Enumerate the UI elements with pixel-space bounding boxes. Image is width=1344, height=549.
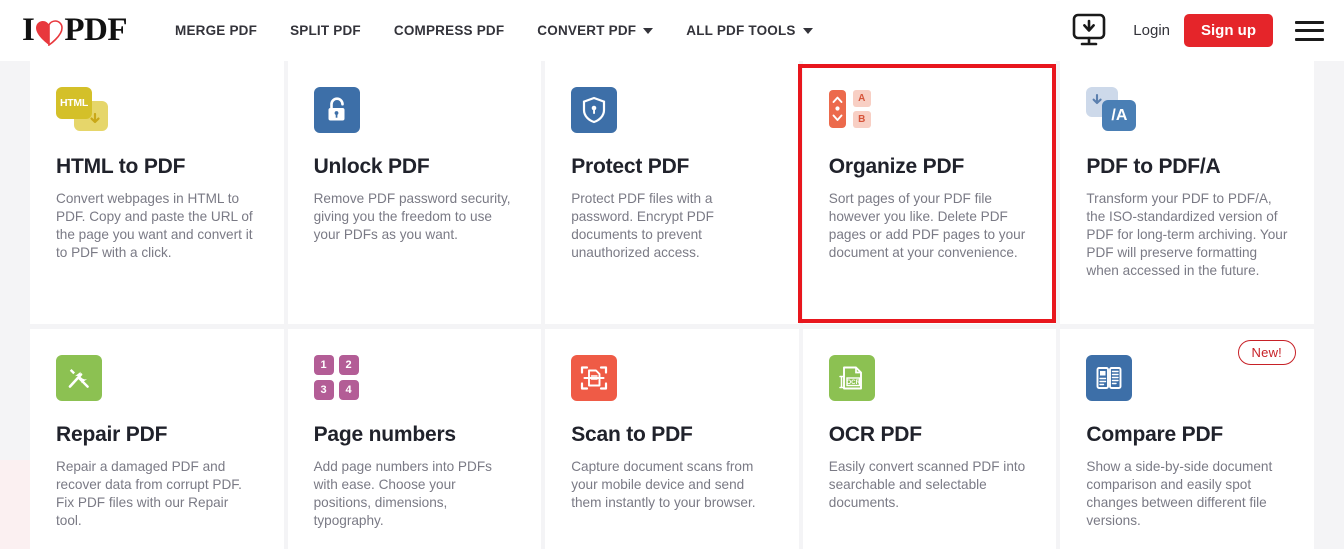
tool-description: Repair a damaged PDF and recover data fr… [56, 459, 242, 528]
tool-card-repair-pdf[interactable]: Repair PDF Repair a damaged PDF and reco… [30, 329, 284, 549]
svg-text:OCR: OCR [846, 379, 860, 386]
logo-text-before: I [22, 12, 35, 48]
main-navigation: MERGE PDF SPLIT PDF COMPRESS PDF CONVERT… [175, 23, 846, 38]
page-number-2: 2 [338, 355, 359, 375]
tool-title: OCR PDF [828, 423, 922, 446]
tool-description: Sort pages of your PDF file however you … [828, 191, 1026, 260]
tool-title: PDF to PDF/A [1086, 155, 1221, 178]
desktop-download-icon[interactable] [1071, 13, 1111, 49]
tools-row-2: Repair PDF Repair a damaged PDF and reco… [30, 329, 1314, 549]
organize-page-b: B [852, 111, 871, 128]
ocr-icon-tile: OCR [828, 355, 875, 401]
tool-card-protect-pdf[interactable]: Protect PDF Protect PDF files with a pas… [545, 61, 799, 324]
page-number-3: 3 [313, 380, 334, 400]
burger-line [1295, 29, 1324, 32]
page-numbers-icon: 1 2 3 4 [313, 355, 516, 411]
heart-icon [35, 16, 64, 46]
tool-card-html-to-pdf[interactable]: HTML HTML to PDF Convert webpages in HTM… [30, 61, 284, 324]
page-number-4: 4 [338, 380, 359, 400]
tool-card-page-numbers[interactable]: 1 2 3 4 Page numbers Add page numbers in… [287, 329, 542, 549]
tool-card-unlock-pdf[interactable]: Unlock PDF Remove PDF password security,… [287, 61, 542, 324]
tool-card-pdf-to-pdfa[interactable]: /A PDF to PDF/A Transform your PDF to PD… [1060, 61, 1314, 324]
scan-to-pdf-icon [571, 355, 773, 411]
unlock-icon-tile [313, 87, 360, 133]
scan-icon-tile [571, 355, 618, 401]
tool-title: Page numbers [313, 423, 457, 446]
login-link[interactable]: Login [1133, 22, 1170, 39]
logo-text-after: PDF [64, 12, 127, 48]
nav-split-pdf-label: SPLIT PDF [290, 23, 361, 38]
nav-all-pdf-tools-label: ALL PDF TOOLS [686, 23, 796, 38]
tools-row-1: HTML HTML to PDF Convert webpages in HTM… [30, 61, 1314, 324]
page-side-decoration [0, 460, 30, 549]
nav-split-pdf[interactable]: SPLIT PDF [290, 23, 361, 38]
hamburger-menu-icon[interactable] [1295, 20, 1324, 41]
nav-all-pdf-tools[interactable]: ALL PDF TOOLS [686, 23, 813, 38]
html-to-pdf-icon: HTML [56, 87, 258, 143]
tool-description: Convert webpages in HTML to PDF. Copy an… [56, 191, 253, 260]
chevron-down-icon [802, 27, 813, 34]
html-to-pdf-icon-front: HTML [56, 87, 92, 119]
tool-title: Scan to PDF [571, 423, 693, 446]
tool-card-scan-to-pdf[interactable]: Scan to PDF Capture document scans from … [545, 329, 799, 549]
compare-pdf-icon [1086, 355, 1288, 411]
unlock-padlock-icon [313, 87, 516, 143]
tool-card-organize-pdf[interactable]: A B Organize PDF Sort pages of your PDF … [802, 61, 1057, 324]
tool-description: Protect PDF files with a password. Encry… [571, 191, 714, 260]
pdfa-icon-front: /A [1102, 100, 1137, 131]
html-to-pdf-icon-label: HTML [60, 97, 88, 109]
nav-convert-pdf[interactable]: CONVERT PDF [537, 23, 654, 38]
tool-title: Protect PDF [571, 155, 690, 178]
compare-icon-tile [1086, 355, 1133, 401]
nav-compress-pdf-label: COMPRESS PDF [393, 23, 505, 38]
tool-description: Transform your PDF to PDF/A, the ISO-sta… [1086, 191, 1288, 278]
pdfa-icon-label: /A [1111, 106, 1128, 124]
tool-title: Repair PDF [56, 423, 168, 446]
nav-convert-pdf-label: CONVERT PDF [537, 23, 637, 38]
repair-tools-icon [56, 355, 258, 411]
signup-button[interactable]: Sign up [1184, 14, 1273, 47]
repair-icon-tile [56, 355, 102, 401]
protect-icon-tile [571, 87, 618, 133]
tool-card-compare-pdf[interactable]: New! Compare PDF Show a side-by-side doc… [1060, 329, 1314, 549]
header-actions: Login Sign up [1071, 13, 1324, 49]
tool-description: Remove PDF password security, giving you… [313, 191, 511, 242]
organize-pages-icon: A B [828, 87, 1031, 143]
nav-compress-pdf[interactable]: COMPRESS PDF [394, 23, 504, 38]
tool-title: HTML to PDF [56, 155, 186, 178]
tool-title: Organize PDF [828, 155, 965, 178]
burger-line [1295, 20, 1324, 24]
tool-title: Compare PDF [1086, 423, 1224, 446]
page-number-1: 1 [313, 355, 334, 375]
shield-lock-icon [571, 87, 773, 143]
tool-description: Capture document scans from your mobile … [571, 459, 756, 510]
burger-line [1295, 37, 1324, 41]
tool-description: Add page numbers into PDFs with ease. Ch… [313, 459, 492, 528]
tool-title: Unlock PDF [313, 155, 430, 178]
organize-sort-handle-icon [828, 90, 846, 128]
nav-merge-pdf[interactable]: MERGE PDF [175, 23, 257, 38]
chevron-down-icon [643, 27, 654, 34]
site-header: I PDF MERGE PDF SPLIT PDF COMPRESS PDF C… [0, 0, 1344, 61]
pdf-to-pdfa-icon: /A [1086, 87, 1288, 143]
tool-description: Show a side-by-side document comparison … [1086, 459, 1273, 528]
tool-card-ocr-pdf[interactable]: OCR OCR PDF Easily convert scanned PDF i… [802, 329, 1057, 549]
ilovepdf-logo[interactable]: I PDF [22, 12, 127, 49]
tools-grid: HTML HTML to PDF Convert webpages in HTM… [30, 61, 1314, 549]
ocr-pdf-icon: OCR [828, 355, 1031, 411]
nav-merge-pdf-label: MERGE PDF [175, 23, 258, 38]
organize-page-a: A [852, 90, 871, 107]
tool-description: Easily convert scanned PDF into searchab… [828, 459, 1026, 510]
